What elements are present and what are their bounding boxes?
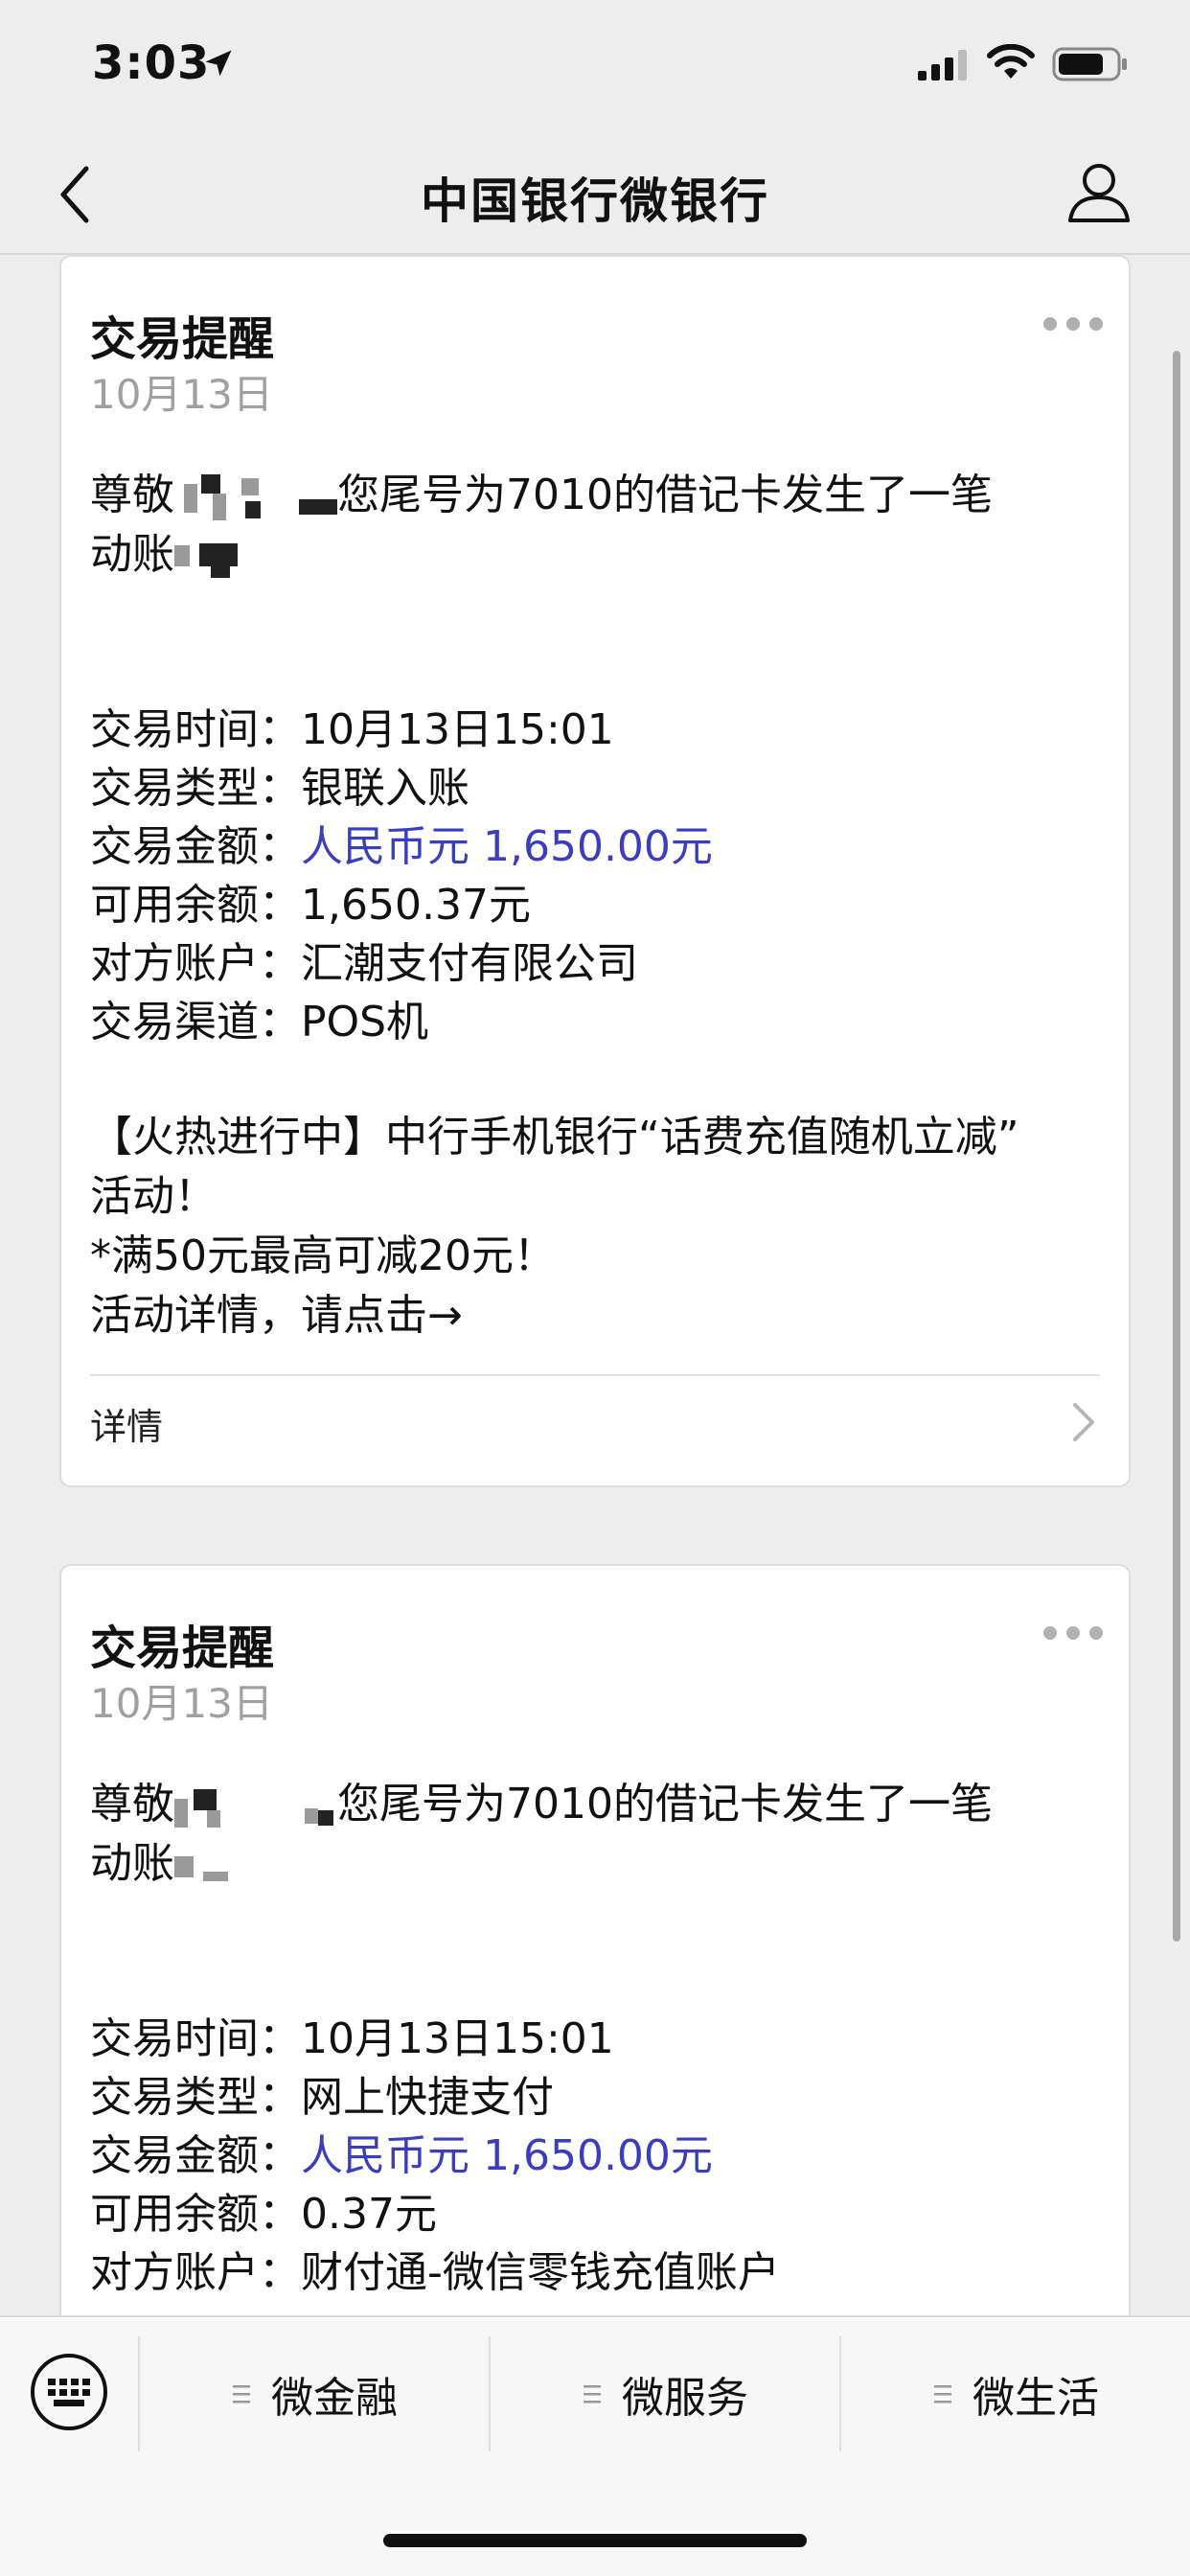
field-row: 交易类型：网上快捷支付 xyxy=(90,2073,554,2122)
chevron-right-icon[interactable] xyxy=(1071,1401,1096,1443)
page-title: 中国银行微银行 xyxy=(421,173,769,229)
menu-item-service[interactable]: 微服务 xyxy=(489,2336,839,2451)
wifi-icon xyxy=(987,44,1035,79)
card-title: 交易提醒 xyxy=(90,312,275,366)
greeting-tail: 动账 xyxy=(90,530,174,579)
status-time: 3:03 xyxy=(92,36,211,90)
card-title: 交易提醒 xyxy=(90,1622,275,1675)
field-row: 交易时间：10月13日15:01 xyxy=(90,2014,614,2063)
signal-icon xyxy=(918,50,967,80)
greeting-text: 尊敬 您尾号为7010的借记卡发生了一笔 动账 xyxy=(90,466,1106,585)
greeting-prefix: 尊敬 xyxy=(90,1780,174,1828)
home-indicator[interactable] xyxy=(383,2534,807,2547)
menu-item-label: 微服务 xyxy=(622,2374,748,2423)
field-row: 交易类型：银联入账 xyxy=(90,764,469,813)
message-card: 交易提醒 10月13日 尊敬 您尾号为7010的借记卡发生了一笔 动账 交易时间：… xyxy=(59,1564,1131,2315)
field-row: 对方账户：财付通-微信零钱充值账户 xyxy=(90,2248,780,2297)
message-list[interactable]: 交易提醒 10月13日 尊敬 您尾号为7010的借记卡发生了一笔 动账 交易时间：… xyxy=(0,255,1190,2315)
amount-value: 人民币元 1,650.00元 xyxy=(301,822,713,871)
menu-list-icon xyxy=(934,2385,951,2404)
keyboard-icon[interactable] xyxy=(29,2352,109,2432)
menu-list-icon xyxy=(584,2385,601,2404)
field-row: 可用余额：1,650.37元 xyxy=(90,881,531,930)
redacted-name xyxy=(174,474,337,520)
amount-value: 人民币元 1,650.00元 xyxy=(301,2131,713,2180)
field-row: 交易渠道：POS机 xyxy=(90,998,429,1046)
card-date: 10月13日 xyxy=(90,371,273,418)
menu-item-label: 微生活 xyxy=(973,2374,1099,2423)
nav-bar: 中国银行微银行 xyxy=(0,134,1190,255)
field-row: 对方账户：汇潮支付有限公司 xyxy=(90,939,638,988)
greeting-body: 您尾号为7010的借记卡发生了一笔 xyxy=(337,1780,993,1828)
more-icon[interactable] xyxy=(1041,314,1106,334)
menu-list-icon xyxy=(233,2385,250,2404)
detail-link[interactable]: 详情 xyxy=(90,1397,163,1450)
redacted-text xyxy=(174,1843,251,1889)
field-row: 可用余额：0.37元 xyxy=(90,2190,437,2239)
menu-item-life[interactable]: 微生活 xyxy=(839,2336,1190,2451)
menu-item-label: 微金融 xyxy=(271,2374,398,2423)
greeting-prefix: 尊敬 xyxy=(90,471,174,519)
promo-text[interactable]: 【火热进行中】中行手机银行“话费充值随机立减” 活动！ *满50元最高可减20元… xyxy=(90,1108,1106,1346)
battery-icon xyxy=(1052,47,1127,81)
divider xyxy=(90,1374,1100,1376)
menu-item-finance[interactable]: 微金融 xyxy=(138,2336,489,2451)
redacted-name xyxy=(174,1783,337,1829)
field-row: 交易金额：人民币元 1,650.00元 xyxy=(90,822,713,871)
greeting-text: 尊敬 您尾号为7010的借记卡发生了一笔 动账 xyxy=(90,1775,1106,1894)
status-bar: 3:03 xyxy=(0,0,1190,134)
scroll-indicator xyxy=(1173,351,1180,1942)
field-row: 交易时间：10月13日15:01 xyxy=(90,705,614,754)
card-date: 10月13日 xyxy=(90,1680,273,1727)
redacted-text xyxy=(174,534,251,580)
field-row: 交易金额：人民币元 1,650.00元 xyxy=(90,2131,713,2180)
location-arrow-icon xyxy=(205,50,232,77)
greeting-body: 您尾号为7010的借记卡发生了一笔 xyxy=(337,471,993,519)
more-icon[interactable] xyxy=(1041,1623,1106,1643)
greeting-tail: 动账 xyxy=(90,1839,174,1888)
profile-icon[interactable] xyxy=(1065,159,1133,226)
message-card: 交易提醒 10月13日 尊敬 您尾号为7010的借记卡发生了一笔 动账 交易时间：… xyxy=(59,255,1131,1487)
